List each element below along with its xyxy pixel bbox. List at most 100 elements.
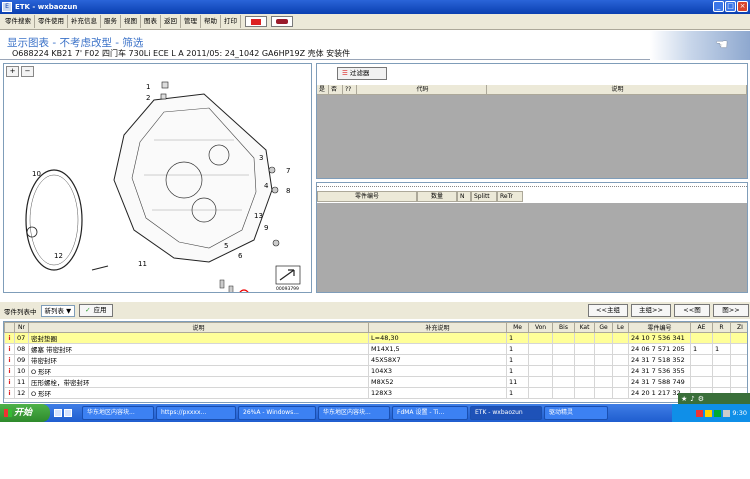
col-desc[interactable]: 说明	[28, 322, 369, 333]
table-row[interactable]: i 12 O 形环 128X3 1 24 20 1 217 32	[4, 387, 747, 399]
minimize-button[interactable]: _	[713, 1, 724, 12]
car-icon[interactable]	[271, 16, 293, 27]
col-info[interactable]	[4, 322, 15, 333]
row-zi	[730, 332, 747, 344]
callout-9[interactable]: 9	[264, 224, 268, 232]
col-no[interactable]: 否	[329, 85, 343, 94]
callout-13[interactable]: 13	[254, 212, 263, 220]
row-part-no: 24 06 7 571 205	[628, 343, 691, 355]
menu-view[interactable]: 视图	[121, 15, 141, 28]
col-yes[interactable]: 是	[317, 85, 329, 94]
callout-2[interactable]: 2	[146, 94, 150, 102]
part-detail-body[interactable]	[317, 203, 747, 292]
table-row[interactable]: i 11 压形螺栓，带密封环 M8X52 11 24 31 7 588 749	[4, 376, 747, 388]
zoom-out-icon[interactable]: −	[21, 66, 34, 77]
callout-4[interactable]: 4	[264, 182, 269, 190]
col-supplement[interactable]: 补充说明	[368, 322, 507, 333]
info-icon[interactable]: i	[4, 376, 15, 388]
menu-parts-search[interactable]: 零件搜索	[2, 15, 35, 28]
col-me[interactable]: Me	[506, 322, 529, 333]
task-button-1[interactable]: 华东地区内容块...	[82, 406, 154, 420]
col-ae[interactable]: AE	[690, 322, 713, 333]
settings-icon[interactable]: ⚙	[698, 395, 704, 403]
col-n[interactable]: N	[457, 191, 471, 202]
info-icon[interactable]: i	[4, 332, 15, 344]
music-icon[interactable]: ♪	[690, 395, 694, 403]
menu-supplement-info[interactable]: 补充信息	[68, 15, 101, 28]
quick-launch	[50, 409, 80, 417]
menu-back[interactable]: 返回	[161, 15, 181, 28]
row-von	[528, 387, 553, 399]
next-diagram-button[interactable]: 图>>	[713, 304, 749, 317]
table-row[interactable]: i 08 螺塞 带密封环 M14X1,5 1 24 06 7 571 205 1 1	[4, 343, 747, 355]
col-unknown[interactable]: ??	[343, 85, 357, 94]
table-row[interactable]: i 10 O 形环 104X3 1 24 31 7 536 355	[4, 365, 747, 377]
info-icon[interactable]: i	[4, 354, 15, 366]
transmission-diagram[interactable]: 1 2 3 4 5 6 7 8 9 10 11 12 13 00093799	[4, 80, 311, 292]
col-von[interactable]: Von	[528, 322, 553, 333]
filter-button[interactable]: ☰ 过滤器	[337, 67, 387, 80]
task-button-5[interactable]: FdMA 设置 - Ti...	[392, 406, 468, 420]
col-kat[interactable]: Kat	[574, 322, 595, 333]
desktop-icon[interactable]	[64, 409, 72, 417]
col-quantity[interactable]: 数量	[417, 191, 457, 202]
col-zi[interactable]: ZI	[730, 322, 747, 333]
ie-icon[interactable]	[54, 409, 62, 417]
col-code[interactable]: 代码	[357, 85, 487, 94]
maximize-button[interactable]: □	[725, 1, 736, 12]
callout-12[interactable]: 12	[54, 252, 63, 260]
menu-manage[interactable]: 管理	[181, 15, 201, 28]
start-button[interactable]: 开始	[0, 404, 50, 422]
col-splitt[interactable]: Splitt	[471, 191, 497, 202]
col-retr[interactable]: ReTr	[497, 191, 523, 202]
flag-icon[interactable]	[245, 16, 267, 27]
task-button-7[interactable]: 驱动精灵	[544, 406, 608, 420]
zoom-in-icon[interactable]: +	[6, 66, 19, 77]
callout-8[interactable]: 8	[286, 187, 290, 195]
task-button-3[interactable]: 26%A - Windows...	[238, 406, 316, 420]
tray-star-icon[interactable]	[705, 409, 713, 417]
col-part-no[interactable]: 零件编号	[628, 322, 691, 333]
menu-service[interactable]: 服务	[101, 15, 121, 28]
callout-5[interactable]: 5	[224, 242, 228, 250]
menu-help[interactable]: 帮助	[201, 15, 221, 28]
star-icon[interactable]: ★	[681, 395, 687, 403]
filter-grid-body[interactable]	[317, 95, 747, 178]
etk-app-icon: E	[2, 2, 12, 12]
col-r[interactable]: R	[712, 322, 731, 333]
col-ge[interactable]: Ge	[594, 322, 613, 333]
tray-network-icon[interactable]	[723, 409, 731, 417]
callout-3[interactable]: 3	[259, 154, 263, 162]
menu-parts-usage[interactable]: 零件使用	[35, 15, 68, 28]
menu-chart[interactable]: 图表	[141, 15, 161, 28]
tray-s-icon[interactable]	[696, 409, 704, 417]
callout-7[interactable]: 7	[286, 167, 290, 175]
splitter[interactable]	[317, 183, 747, 187]
table-row[interactable]: i 09 带密封环 45X58X7 1 24 31 7 518 352	[4, 354, 747, 366]
callout-11[interactable]: 11	[138, 260, 147, 268]
info-icon[interactable]: i	[4, 365, 15, 377]
info-icon[interactable]: i	[4, 343, 15, 355]
table-row[interactable]: i 07 密封垫圈 L=48,30 1 24 10 7 536 341	[4, 332, 747, 344]
col-bis[interactable]: Bis	[552, 322, 575, 333]
apply-button[interactable]: ✓ 应用	[79, 304, 113, 317]
callout-6[interactable]: 6	[238, 252, 243, 260]
list-mode-select[interactable]: 新列表 ▼	[40, 304, 76, 317]
menu-print[interactable]: 打印	[221, 15, 241, 28]
col-le[interactable]: Le	[612, 322, 629, 333]
tray-volume-icon[interactable]	[714, 409, 722, 417]
next-main-group-button[interactable]: 主组>>	[631, 304, 671, 317]
task-button-4[interactable]: 华东地区内容块...	[318, 406, 390, 420]
prev-main-group-button[interactable]: <<主组	[588, 304, 628, 317]
task-button-6[interactable]: ETK - wxbaozun	[470, 406, 542, 420]
col-nr[interactable]: Nr	[14, 322, 29, 333]
callout-1[interactable]: 1	[146, 83, 150, 91]
col-part-number[interactable]: 零件编号	[317, 191, 417, 202]
row-desc: 密封垫圈	[28, 332, 369, 344]
callout-10[interactable]: 10	[32, 170, 41, 178]
info-icon[interactable]: i	[4, 387, 15, 399]
col-description[interactable]: 说明	[487, 85, 747, 94]
prev-diagram-button[interactable]: <<图	[674, 304, 710, 317]
task-button-2[interactable]: https://pxxxx...	[156, 406, 236, 420]
close-button[interactable]: ×	[737, 1, 748, 12]
